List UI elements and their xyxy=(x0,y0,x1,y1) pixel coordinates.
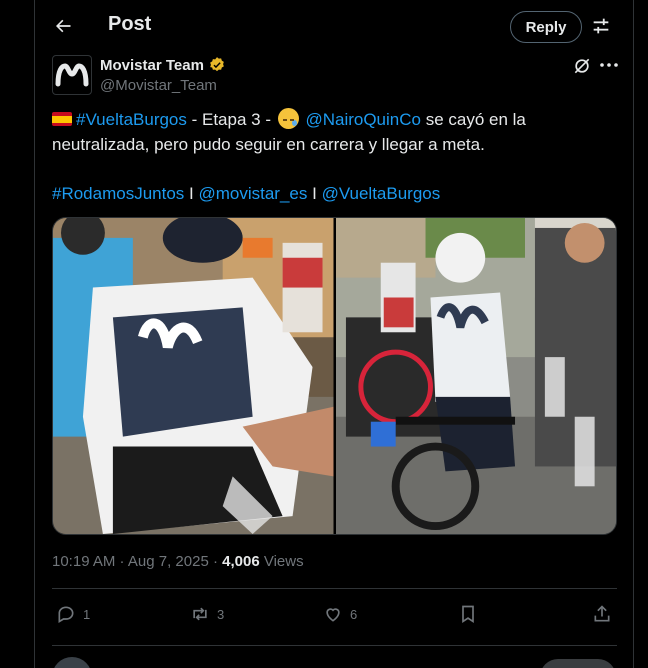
ellipsis-icon xyxy=(600,63,618,67)
views-count: 4,006 xyxy=(222,553,260,570)
mention-vueltaburgos[interactable]: @VueltaBurgos xyxy=(322,184,441,203)
bookmark-icon xyxy=(462,605,474,624)
like-action[interactable]: 6 xyxy=(323,604,357,624)
more-options-button[interactable] xyxy=(598,55,620,75)
back-button[interactable] xyxy=(51,14,75,38)
arrow-left-icon xyxy=(56,19,71,33)
reply-submit-button[interactable] xyxy=(540,659,616,668)
media-grid xyxy=(52,217,617,535)
timestamp[interactable]: 10:19 AM · Aug 7, 2025 · xyxy=(52,553,222,570)
author-name: Movistar Team xyxy=(100,56,204,74)
post-header: Post Reply xyxy=(35,0,633,52)
bookmark-action[interactable] xyxy=(458,604,478,624)
author-handle[interactable]: @Movistar_Team xyxy=(100,77,217,94)
hashtag-rodamosjuntos[interactable]: #RodamosJuntos xyxy=(52,184,184,203)
divider xyxy=(52,588,617,589)
tweet-text-segment: - Etapa 3 - xyxy=(186,110,276,129)
current-user-avatar[interactable] xyxy=(52,657,92,668)
separator: I xyxy=(184,183,199,203)
author-name-row[interactable]: Movistar Team xyxy=(100,56,226,74)
hashtag-vueltaburgos[interactable]: #VueltaBurgos xyxy=(76,110,187,129)
repost-icon xyxy=(193,607,207,621)
reply-count: 1 xyxy=(83,606,91,622)
photo-2-image xyxy=(335,218,616,534)
repost-action[interactable]: 3 xyxy=(190,604,224,624)
photo-2[interactable] xyxy=(335,218,616,534)
photo-1-image xyxy=(53,218,334,534)
share-icon xyxy=(594,605,610,622)
action-bar: 1 3 6 xyxy=(52,598,617,634)
sad-relieved-face-icon xyxy=(277,108,299,129)
sliders-icon xyxy=(593,18,609,34)
mention-nairoquinco[interactable]: @NairoQuinCo xyxy=(305,110,421,129)
photo-1[interactable] xyxy=(53,218,334,534)
divider xyxy=(52,645,617,646)
repost-count: 3 xyxy=(217,606,225,622)
share-action[interactable] xyxy=(592,604,612,624)
spain-flag-icon xyxy=(52,112,72,126)
reply-button[interactable]: Reply xyxy=(510,11,582,43)
grok-icon[interactable] xyxy=(572,56,592,76)
views-label: Views xyxy=(259,553,304,570)
filter-settings-button[interactable] xyxy=(590,15,612,37)
separator: I xyxy=(307,183,322,203)
movistar-logo-icon xyxy=(55,63,89,87)
tweet-text: #VueltaBurgos - Etapa 3 - @NairoQuinCo s… xyxy=(52,108,617,206)
like-count: 6 xyxy=(350,606,358,622)
page-title: Post xyxy=(108,13,152,35)
avatar[interactable] xyxy=(52,55,92,95)
reply-action[interactable]: 1 xyxy=(56,604,90,624)
mention-movistar-es[interactable]: @movistar_es xyxy=(198,184,307,203)
tweet-meta: 10:19 AM · Aug 7, 2025 · 4,006 Views xyxy=(52,553,304,570)
reply-icon xyxy=(58,606,74,623)
heart-icon xyxy=(326,608,340,622)
post-column: Post Reply Movistar Team @Movistar_Team … xyxy=(34,0,634,668)
verified-badge-icon xyxy=(210,57,224,72)
